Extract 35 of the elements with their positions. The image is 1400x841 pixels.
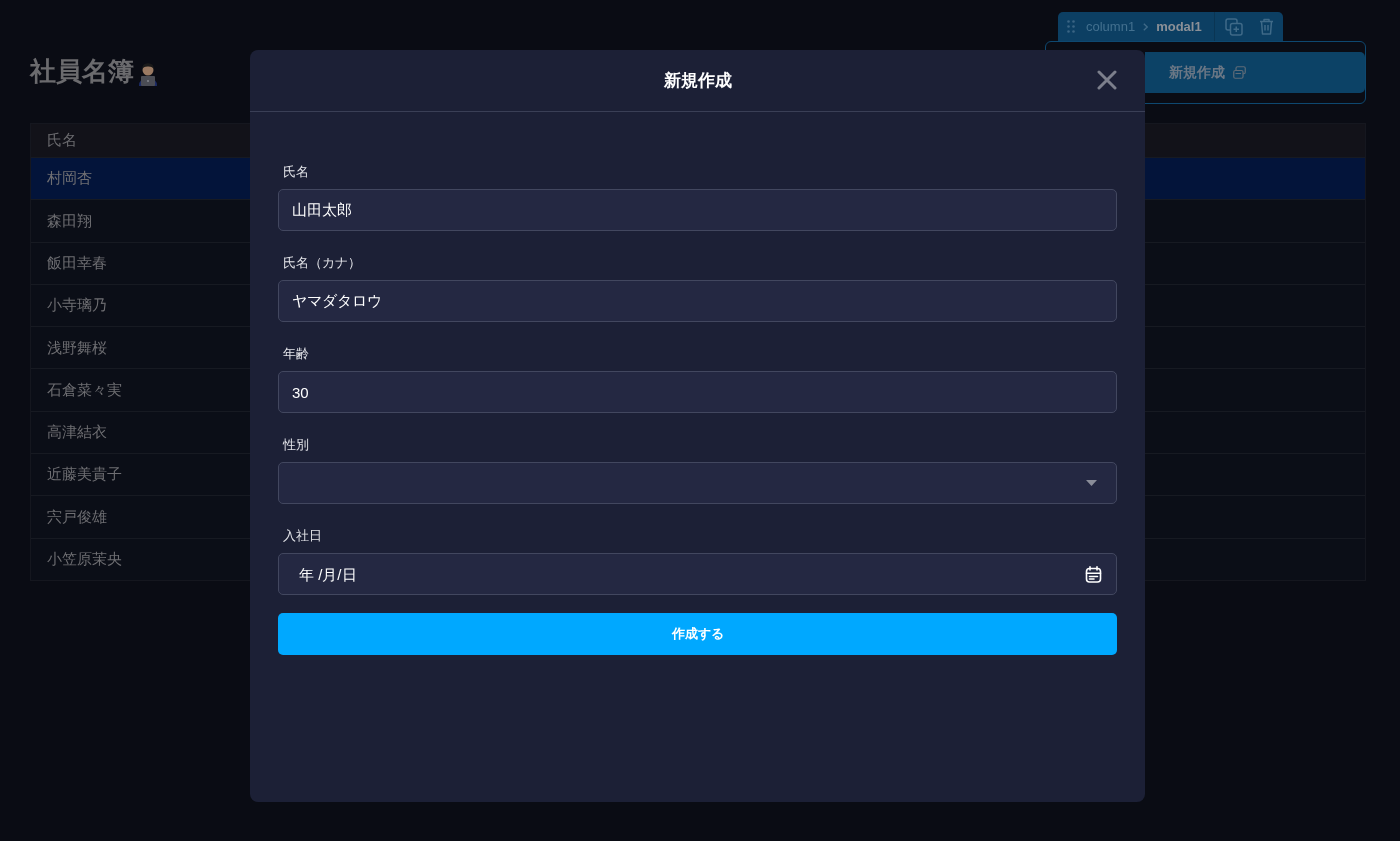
table-cell-text: 飯田幸春	[47, 253, 107, 273]
table-cell-text: 浅野舞桜	[47, 337, 107, 358]
stacked-windows-icon	[1233, 66, 1246, 79]
input-field[interactable]: ヤマダタロウ	[278, 280, 1117, 322]
trash-icon[interactable]	[1258, 18, 1274, 35]
copy-add-icon[interactable]	[1224, 17, 1243, 36]
person-laptop-icon	[136, 60, 160, 86]
table-cell-text: 宍戸俊雄	[47, 506, 107, 527]
submit-button[interactable]: 作成する	[278, 613, 1117, 655]
drag-handle-icon[interactable]	[1067, 20, 1075, 33]
table-cell-text: 近藤美貴子	[47, 464, 122, 485]
column-header: 氏名	[47, 130, 77, 151]
breadcrumb-item[interactable]: modal1	[1156, 16, 1202, 37]
table-cell-text: 森田翔	[47, 210, 92, 231]
table-cell-text: 小笠原茉央	[47, 549, 122, 570]
calendar-icon[interactable]	[1085, 565, 1102, 583]
field-label: 氏名	[282, 164, 310, 180]
field-label: 入社日	[282, 528, 323, 544]
field-label: 氏名（カナ）	[282, 255, 362, 271]
input-field[interactable]: 30	[278, 371, 1117, 413]
chevron-icon	[1143, 22, 1149, 31]
field-label: 性別	[282, 437, 310, 453]
table-cell-text: 高津結衣	[47, 422, 107, 443]
page-title: 社員名簿	[30, 56, 134, 86]
table-cell-text: 村岡杏	[47, 168, 92, 189]
date-field[interactable]: 年 /月/日	[278, 553, 1117, 595]
input-field[interactable]: 山田太郎	[278, 189, 1117, 231]
table-cell-text: 小寺璃乃	[47, 295, 107, 316]
close-icon[interactable]	[1097, 70, 1117, 90]
modal-title: 新規作成	[663, 69, 732, 92]
caret-icon	[1086, 480, 1097, 486]
table-cell-text: 石倉菜々実	[47, 379, 122, 400]
select-field[interactable]	[278, 462, 1117, 504]
field-label: 年齢	[282, 346, 310, 362]
new-button[interactable]: 新規作成	[1145, 52, 1365, 93]
